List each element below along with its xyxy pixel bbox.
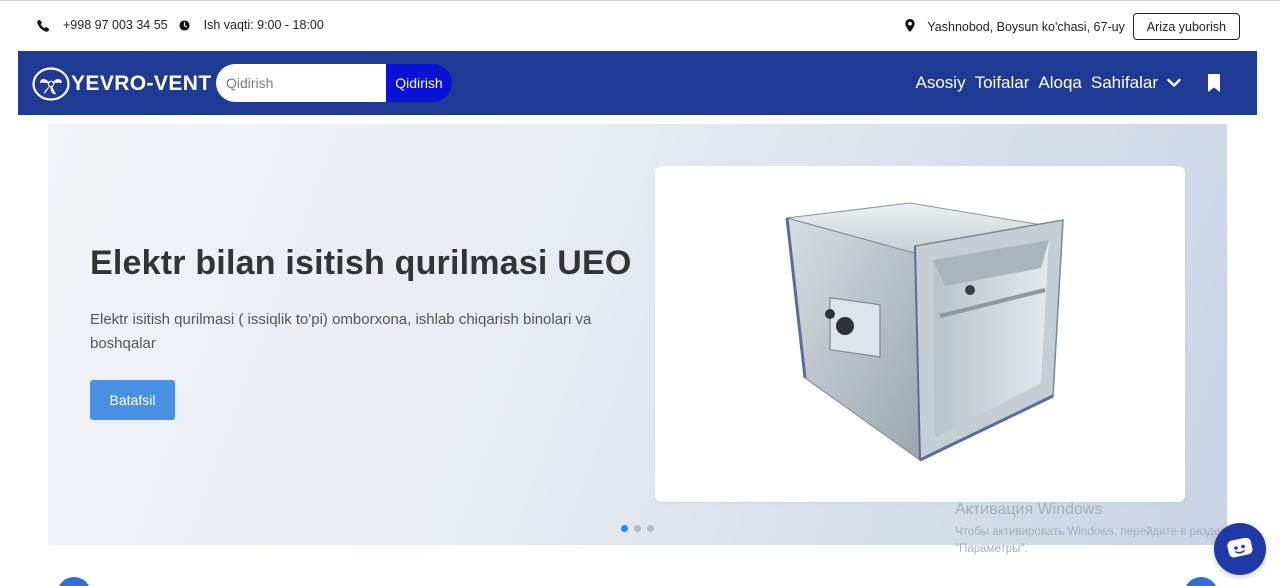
slider-dot-2[interactable] <box>634 525 641 532</box>
hero-title: Elektr bilan isitish qurilmasi UEO <box>90 244 632 282</box>
windows-activation-watermark: Активация Windows Чтобы активировать Win… <box>955 501 1255 558</box>
nav-link-aloqa[interactable]: Aloqa <box>1038 73 1081 93</box>
slider-dots <box>621 525 660 532</box>
request-button[interactable]: Ariza yuborish <box>1132 13 1240 40</box>
product-image <box>785 202 1064 462</box>
nav-link-toifalar[interactable]: Toifalar <box>975 73 1030 93</box>
search-button[interactable]: Qidirish <box>386 64 452 102</box>
fan-logo-icon <box>32 67 70 101</box>
logo-text: YEVRO-VENT <box>71 72 212 95</box>
slider-dot-3[interactable] <box>647 525 654 532</box>
bookmark-icon[interactable] <box>1207 74 1221 92</box>
product-image-card <box>655 166 1185 502</box>
location-pin-icon <box>905 18 916 35</box>
slider-dot-1[interactable] <box>621 525 628 532</box>
main-navbar: YEVRO-VENT Qidirish Asosiy Toifalar Aloq… <box>18 51 1257 115</box>
working-hours: Ish vaqti: 9:00 - 18:00 <box>203 18 324 32</box>
site-logo[interactable]: YEVRO-VENT <box>32 67 212 101</box>
details-button[interactable]: Batafsil <box>90 380 175 420</box>
search-form: Qidirish <box>216 64 452 102</box>
phone-number[interactable]: +998 97 003 34 55 <box>63 18 168 32</box>
hero-description: Elektr isitish qurilmasi ( issiqlik to'p… <box>90 311 592 352</box>
chat-bubble-icon <box>1227 538 1253 558</box>
chevron-down-icon[interactable] <box>1167 78 1181 88</box>
watermark-text: Чтобы активировать Windows, перейдите в … <box>955 526 1227 555</box>
chat-widget-button[interactable] <box>1214 523 1266 575</box>
phone-icon <box>36 18 50 32</box>
search-input[interactable] <box>216 64 386 102</box>
nav-link-sahifalar[interactable]: Sahifalar <box>1091 73 1158 93</box>
top-info-bar: +998 97 003 34 55 Ish vaqti: 9:00 - 18:0… <box>0 0 1280 52</box>
scroll-next-button[interactable] <box>1184 577 1218 586</box>
scroll-prev-button[interactable] <box>57 577 91 586</box>
address-text: Yashnobod, Boysun ko'chasi, 67-uy <box>927 19 1125 34</box>
nav-links: Asosiy Toifalar Aloqa Sahifalar <box>907 73 1221 93</box>
clock-icon <box>178 18 192 32</box>
contact-info: +998 97 003 34 55 Ish vaqti: 9:00 - 18:0… <box>36 18 324 32</box>
hero-slider: Elektr bilan isitish qurilmasi UEO Elekt… <box>48 124 1227 545</box>
watermark-title: Активация Windows <box>955 501 1103 518</box>
address-area: Yashnobod, Boysun ko'chasi, 67-uy Ariza … <box>905 13 1240 40</box>
nav-link-asosiy[interactable]: Asosiy <box>916 73 966 93</box>
